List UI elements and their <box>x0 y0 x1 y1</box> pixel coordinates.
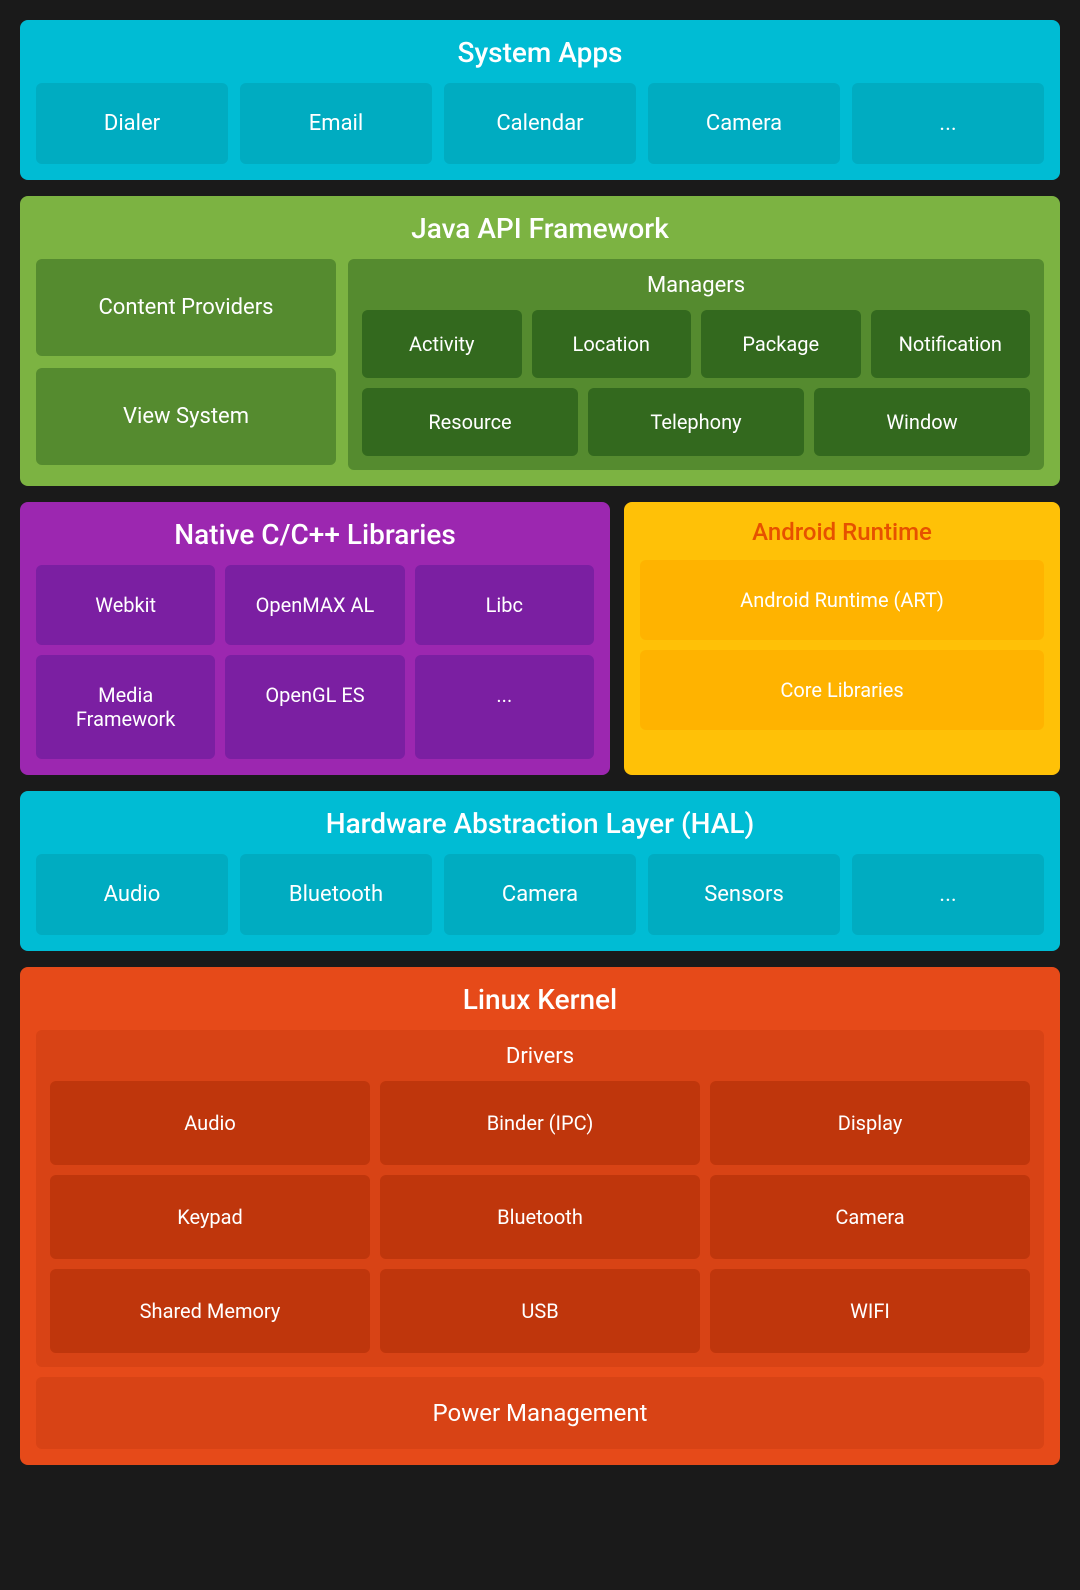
driver-audio: Audio <box>50 1081 370 1165</box>
managers-row-1: Activity Location Package Notification <box>362 310 1030 378</box>
linux-kernel-layer: Linux Kernel Drivers Audio Binder (IPC) … <box>20 967 1060 1465</box>
hal-layer: Hardware Abstraction Layer (HAL) Audio B… <box>20 791 1060 951</box>
native-row-2: Media Framework OpenGL ES ... <box>36 655 594 759</box>
driver-binder: Binder (IPC) <box>380 1081 700 1165</box>
drivers-row-3: Shared Memory USB WIFI <box>50 1269 1030 1353</box>
manager-location: Location <box>532 310 692 378</box>
java-api-layer: Java API Framework Content Providers Vie… <box>20 196 1060 486</box>
managers-row-2: Resource Telephony Window <box>362 388 1030 456</box>
managers-title: Managers <box>362 273 1030 298</box>
hal-more: ... <box>852 854 1044 935</box>
runtime-core-libraries: Core Libraries <box>640 650 1044 730</box>
system-apps-layer: System Apps Dialer Email Calendar Camera… <box>20 20 1060 180</box>
native-media-framework: Media Framework <box>36 655 215 759</box>
native-openmax: OpenMAX AL <box>225 565 404 645</box>
android-runtime-layer: Android Runtime Android Runtime (ART) Co… <box>624 502 1060 775</box>
driver-usb: USB <box>380 1269 700 1353</box>
native-webkit: Webkit <box>36 565 215 645</box>
manager-notification: Notification <box>871 310 1031 378</box>
content-providers-card: Content Providers <box>36 259 336 356</box>
driver-shared-memory: Shared Memory <box>50 1269 370 1353</box>
drivers-row-2: Keypad Bluetooth Camera <box>50 1175 1030 1259</box>
native-more: ... <box>415 655 594 759</box>
manager-package: Package <box>701 310 861 378</box>
view-system-card: View System <box>36 368 336 465</box>
app-camera: Camera <box>648 83 840 164</box>
native-row-1: Webkit OpenMAX AL Libc <box>36 565 594 645</box>
app-email: Email <box>240 83 432 164</box>
driver-keypad: Keypad <box>50 1175 370 1259</box>
native-libc: Libc <box>415 565 594 645</box>
drivers-grid: Audio Binder (IPC) Display Keypad Blueto… <box>50 1081 1030 1353</box>
java-api-title: Java API Framework <box>36 212 1044 245</box>
driver-camera: Camera <box>710 1175 1030 1259</box>
power-management: Power Management <box>36 1377 1044 1449</box>
manager-window: Window <box>814 388 1030 456</box>
driver-bluetooth: Bluetooth <box>380 1175 700 1259</box>
manager-activity: Activity <box>362 310 522 378</box>
app-dialer: Dialer <box>36 83 228 164</box>
android-runtime-title: Android Runtime <box>640 518 1044 546</box>
native-opengl: OpenGL ES <box>225 655 404 759</box>
drivers-row-1: Audio Binder (IPC) Display <box>50 1081 1030 1165</box>
drivers-title: Drivers <box>50 1044 1030 1069</box>
hal-sensors: Sensors <box>648 854 840 935</box>
hal-title: Hardware Abstraction Layer (HAL) <box>36 807 1044 840</box>
linux-kernel-title: Linux Kernel <box>36 983 1044 1016</box>
drivers-section: Drivers Audio Binder (IPC) Display Keypa… <box>36 1030 1044 1367</box>
native-cpp-title: Native C/C++ Libraries <box>36 518 594 551</box>
hal-bluetooth: Bluetooth <box>240 854 432 935</box>
java-api-left: Content Providers View System <box>36 259 336 470</box>
manager-telephony: Telephony <box>588 388 804 456</box>
system-apps-title: System Apps <box>36 36 1044 69</box>
hal-camera: Camera <box>444 854 636 935</box>
hal-audio: Audio <box>36 854 228 935</box>
system-apps-grid: Dialer Email Calendar Camera ... <box>36 83 1044 164</box>
runtime-art: Android Runtime (ART) <box>640 560 1044 640</box>
driver-wifi: WIFI <box>710 1269 1030 1353</box>
manager-resource: Resource <box>362 388 578 456</box>
driver-display: Display <box>710 1081 1030 1165</box>
managers-grid: Activity Location Package Notification R… <box>362 310 1030 456</box>
native-grid: Webkit OpenMAX AL Libc Media Framework O… <box>36 565 594 759</box>
app-calendar: Calendar <box>444 83 636 164</box>
app-more: ... <box>852 83 1044 164</box>
hal-grid: Audio Bluetooth Camera Sensors ... <box>36 854 1044 935</box>
native-cpp-layer: Native C/C++ Libraries Webkit OpenMAX AL… <box>20 502 610 775</box>
native-runtime-row: Native C/C++ Libraries Webkit OpenMAX AL… <box>20 502 1060 775</box>
java-api-inner: Content Providers View System Managers A… <box>36 259 1044 470</box>
managers-section: Managers Activity Location Package Notif… <box>348 259 1044 470</box>
